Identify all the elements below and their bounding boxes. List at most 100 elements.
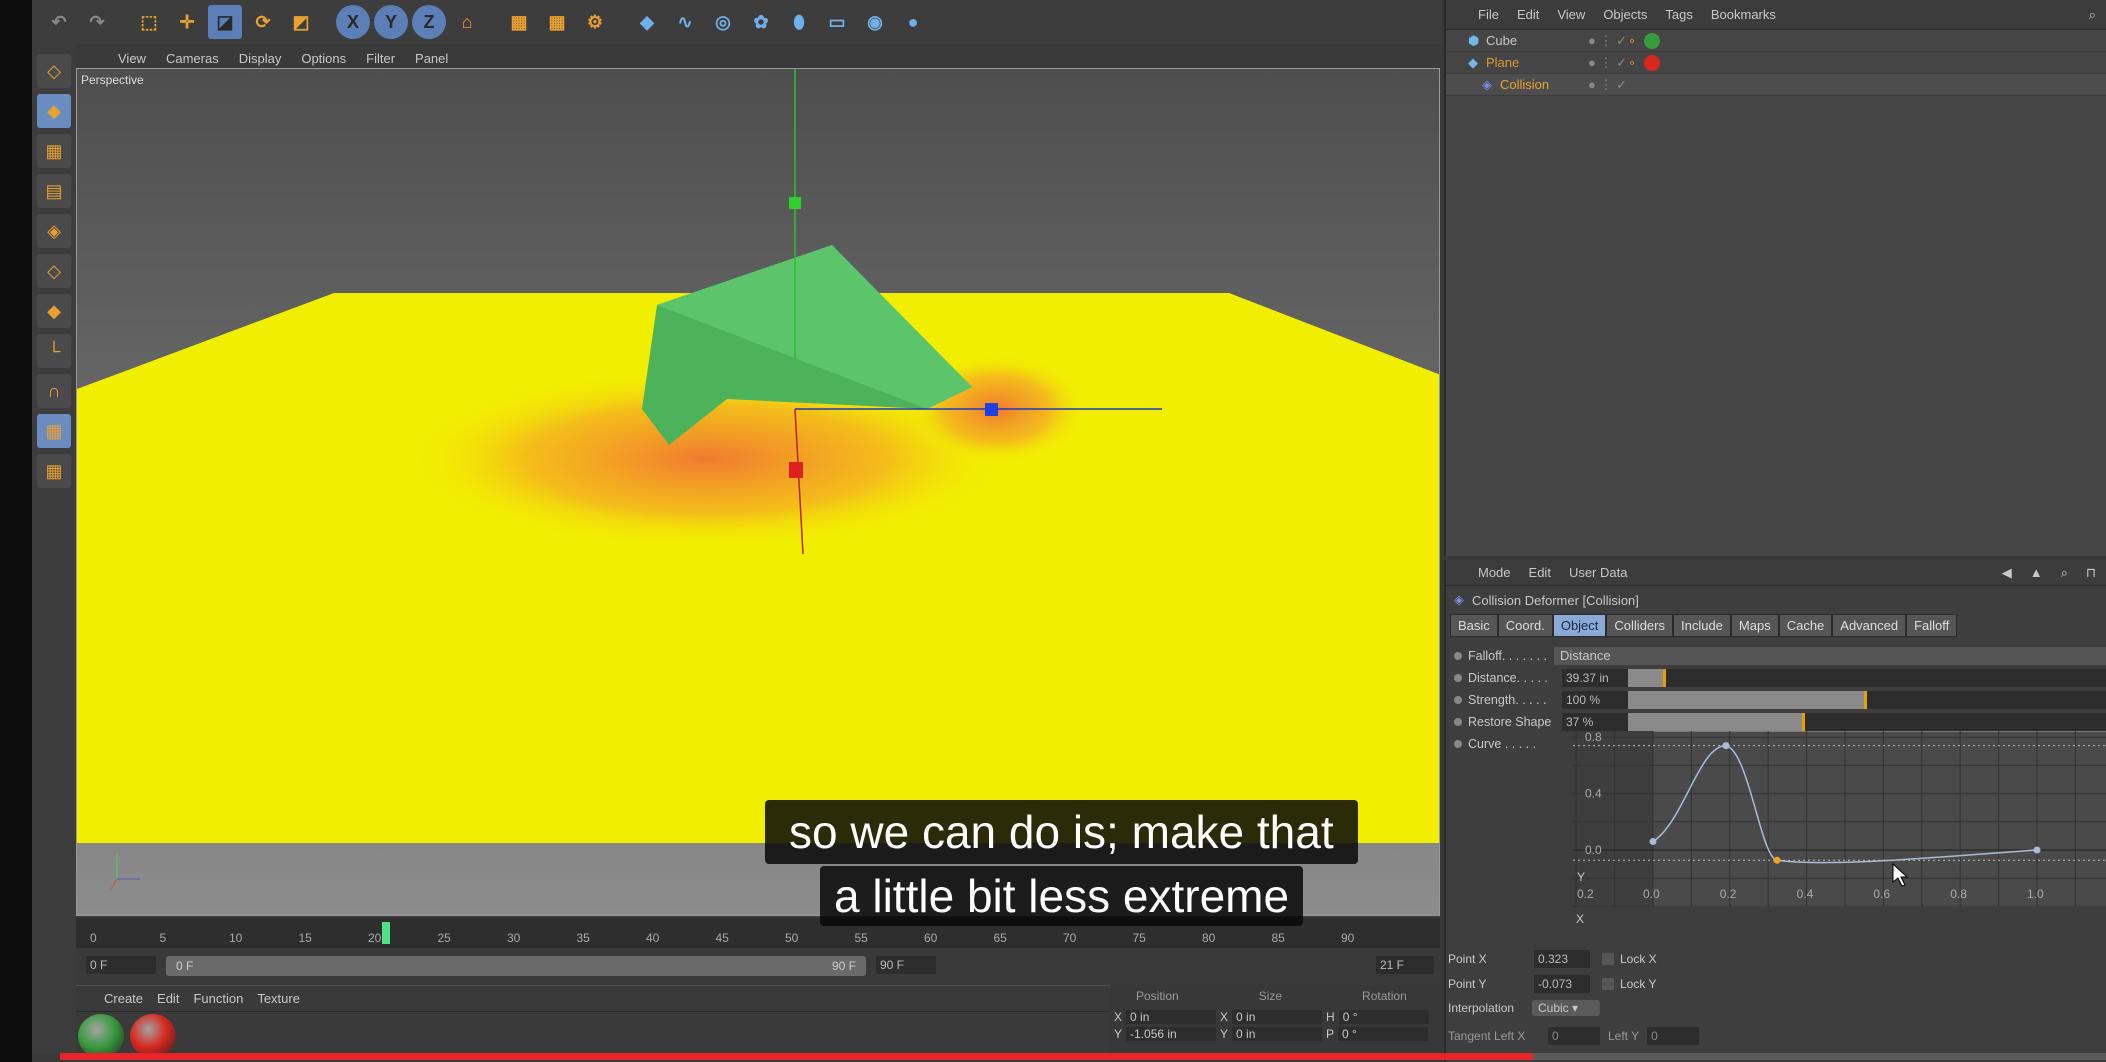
x-axis-knob[interactable]	[789, 462, 803, 478]
camera-icon[interactable]: ◉	[858, 5, 892, 39]
spline-icon[interactable]: ∿	[668, 5, 702, 39]
falloff-dropdown[interactable]: Distance	[1554, 647, 2106, 665]
object-name[interactable]: Collision	[1500, 77, 1586, 92]
strength-slider[interactable]	[1628, 691, 2106, 709]
tab-maps[interactable]: Maps	[1730, 614, 1779, 637]
restore-shape-slider[interactable]	[1628, 713, 2106, 731]
object-row-plane[interactable]: ◆ Plane ● ⋮ ✓ ∘	[1446, 52, 2106, 74]
tab-colliders[interactable]: Colliders	[1606, 614, 1673, 637]
light-icon[interactable]: ●	[896, 5, 930, 39]
tab-object[interactable]: Object	[1552, 614, 1607, 637]
menu-cameras[interactable]: Cameras	[166, 51, 219, 66]
material-tag-icon[interactable]	[1644, 54, 1661, 71]
workplane-icon[interactable]: ▤	[37, 174, 71, 208]
snap-icon[interactable]: ∩	[37, 374, 71, 408]
texture-mode-icon[interactable]: ▦	[37, 134, 71, 168]
z-axis-icon[interactable]: Z	[412, 5, 446, 39]
start-frame-field[interactable]: 0 F	[86, 956, 156, 974]
animate-dot[interactable]	[1454, 674, 1462, 682]
menu-edit[interactable]: Edit	[157, 991, 179, 1006]
coord-field[interactable]: 0 °	[1338, 1026, 1429, 1041]
point-y-field[interactable]: -0.073	[1534, 975, 1590, 993]
left-y-field[interactable]: 0	[1647, 1027, 1700, 1045]
object-name[interactable]: Cube	[1486, 33, 1586, 48]
tab-falloff[interactable]: Falloff	[1906, 614, 1958, 637]
viewport-perspective[interactable]: Perspective	[76, 68, 1440, 916]
point-x-field[interactable]: 0.323	[1534, 950, 1590, 968]
menu-function[interactable]: Function	[193, 991, 243, 1006]
coord-field[interactable]: 0 °	[1338, 1009, 1429, 1024]
redo-icon[interactable]: ↷	[80, 5, 114, 39]
animate-dot[interactable]	[1454, 718, 1462, 726]
menu-filter[interactable]: Filter	[366, 51, 395, 66]
search-icon[interactable]: ⌕	[2089, 7, 2096, 23]
rotate-icon[interactable]: ⟳	[246, 5, 280, 39]
object-name[interactable]: Plane	[1486, 55, 1586, 70]
model-mode-icon[interactable]: ◆	[37, 94, 71, 128]
tab-cache[interactable]: Cache	[1778, 614, 1833, 637]
selected-curve-point[interactable]	[1773, 856, 1781, 864]
material-tag-icon[interactable]	[1644, 32, 1661, 49]
distance-slider[interactable]	[1628, 669, 2106, 687]
locked-workplane-icon[interactable]: ▦	[37, 414, 71, 448]
tangent-left-x-field[interactable]: 0	[1548, 1027, 1600, 1045]
lock-icon[interactable]: ⊓	[2086, 565, 2096, 581]
deformer-icon[interactable]: ⬮	[782, 5, 816, 39]
y-axis-icon[interactable]: Y	[374, 5, 408, 39]
z-axis-knob[interactable]	[985, 403, 998, 416]
animate-dot[interactable]	[1454, 696, 1462, 704]
x-axis-icon[interactable]: X	[336, 5, 370, 39]
playhead[interactable]	[381, 922, 390, 944]
move-icon[interactable]: ✛	[170, 5, 204, 39]
restore-shape-field[interactable]: 37 %	[1562, 713, 1636, 731]
coord-field[interactable]: -1.056 in	[1126, 1026, 1217, 1041]
curve-point[interactable]	[2033, 846, 2041, 854]
green-material[interactable]	[78, 1014, 124, 1058]
last-tool-icon[interactable]: ◩	[284, 5, 318, 39]
menu-objects[interactable]: Objects	[1603, 7, 1647, 22]
coord-system-icon[interactable]: ⌂	[450, 5, 484, 39]
curve-editor[interactable]: 0.2 0.0 0.2 0.4 0.6 0.8 1.00.80.40.0Y	[1573, 731, 2106, 907]
y-axis-knob[interactable]	[789, 197, 801, 209]
interpolation-dropdown[interactable]: Cubic ▾	[1532, 1000, 1601, 1016]
edges-mode-icon[interactable]: ◇	[37, 254, 71, 288]
axis-mode-icon[interactable]: └	[37, 334, 71, 368]
menu-mode[interactable]: Mode	[1478, 565, 1511, 580]
menu-panel[interactable]: Panel	[415, 51, 448, 66]
animate-dot[interactable]	[1454, 652, 1462, 660]
select-icon[interactable]: ⬚	[132, 5, 166, 39]
curve-point[interactable]	[1722, 742, 1730, 750]
render-picture-viewer-icon[interactable]: ▦	[540, 5, 574, 39]
cube-primitive-icon[interactable]: ◆	[630, 5, 664, 39]
tag-icon[interactable]: ∘	[1628, 55, 1636, 71]
menu-view[interactable]: View	[1557, 7, 1585, 22]
tag-icon[interactable]: ∘	[1628, 33, 1636, 49]
coord-field[interactable]: 0 in	[1232, 1026, 1323, 1041]
polygons-mode-icon[interactable]: ◆	[37, 294, 71, 328]
end-frame-field[interactable]: 90 F	[876, 956, 936, 974]
visibility-dots[interactable]: ● ⋮ ✓	[1588, 55, 1628, 71]
current-frame-field[interactable]: 21 F	[1376, 956, 1434, 974]
nurbs-icon[interactable]: ◎	[706, 5, 740, 39]
render-view-icon[interactable]: ▦	[502, 5, 536, 39]
animate-dot[interactable]	[1454, 740, 1462, 748]
menu-display[interactable]: Display	[239, 51, 282, 66]
undo-icon[interactable]: ↶	[42, 5, 76, 39]
menu-texture[interactable]: Texture	[257, 991, 300, 1006]
visibility-dots[interactable]: ● ⋮ ✓	[1588, 77, 1628, 93]
distance-field[interactable]: 39.37 in	[1562, 669, 1636, 687]
planar-workplane-icon[interactable]: ▦	[37, 454, 71, 488]
coord-field[interactable]: 0 in	[1232, 1009, 1323, 1024]
points-mode-icon[interactable]: ◈	[37, 214, 71, 248]
menu-user-data[interactable]: User Data	[1569, 565, 1628, 580]
menu-edit[interactable]: Edit	[1529, 565, 1551, 580]
frame-range-slider[interactable]: 0 F 90 F	[166, 956, 866, 976]
object-row-collision[interactable]: ◈ Collision ● ⋮ ✓	[1446, 74, 2106, 96]
menu-view[interactable]: View	[118, 51, 146, 66]
render-settings-icon[interactable]: ⚙	[578, 5, 612, 39]
scale-icon[interactable]: ◪	[208, 5, 242, 39]
menu-bookmarks[interactable]: Bookmarks	[1711, 7, 1776, 22]
make-editable-icon[interactable]: ◇	[37, 54, 71, 88]
menu-options[interactable]: Options	[301, 51, 346, 66]
menu-file[interactable]: File	[1478, 7, 1499, 22]
